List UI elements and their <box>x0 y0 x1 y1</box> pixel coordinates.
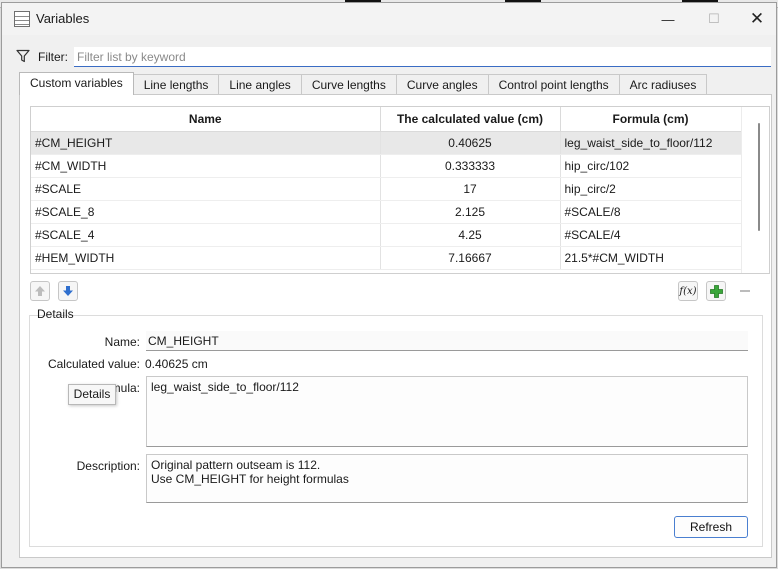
minimize-icon[interactable]: — <box>645 3 691 35</box>
table-row[interactable]: #CM_HEIGHT 0.40625 leg_waist_side_to_flo… <box>31 131 742 155</box>
calculated-value: 0.40625 cm <box>145 357 208 371</box>
description-line: Original pattern outseam is 112. <box>151 458 321 472</box>
variables-table: Name The calculated value (cm) Formula (… <box>30 106 770 274</box>
calculated-value-label: Calculated value: <box>47 357 140 371</box>
cell-formula: 21.5*#CM_WIDTH <box>560 246 742 270</box>
cell-formula: hip_circ/2 <box>560 177 742 201</box>
filter-icon <box>16 49 30 63</box>
cell-name: #SCALE_4 <box>31 223 381 247</box>
tab-arc-radiuses[interactable]: Arc radiuses <box>618 74 708 95</box>
cell-name: #CM_HEIGHT <box>31 131 381 155</box>
function-icon[interactable]: f(x) <box>678 281 698 301</box>
table-scrollbar[interactable] <box>741 107 769 273</box>
title-bar: Variables — ☐ ✕ <box>2 3 776 35</box>
description-line: Use CM_HEIGHT for height formulas <box>151 472 349 486</box>
cell-formula: #SCALE/4 <box>560 223 742 247</box>
add-variable-button[interactable] <box>706 281 726 301</box>
details-group-label: Details <box>37 307 74 321</box>
description-field[interactable]: Original pattern outseam is 112. Use CM_… <box>146 454 748 503</box>
scrollbar-thumb[interactable] <box>758 123 760 231</box>
formula-text: leg_waist_side_to_floor/112 <box>151 380 299 394</box>
cell-formula: #SCALE/8 <box>560 200 742 224</box>
cell-value: 17 <box>380 177 561 201</box>
window-title: Variables <box>36 11 90 26</box>
table-row[interactable]: #SCALE_4 4.25 #SCALE/4 <box>31 223 742 247</box>
table-row[interactable]: #SCALE_8 2.125 #SCALE/8 <box>31 200 742 224</box>
variables-dialog: Variables — ☐ ✕ Filter: Custom variables… <box>1 2 777 568</box>
cell-value: 0.333333 <box>380 154 561 178</box>
column-header-calculated-value[interactable]: The calculated value (cm) <box>380 107 561 132</box>
filter-label: Filter: <box>38 50 68 64</box>
table-row[interactable]: #CM_WIDTH 0.333333 hip_circ/102 <box>31 154 742 178</box>
remove-variable-button[interactable] <box>735 281 755 301</box>
table-row[interactable]: #SCALE 17 hip_circ/2 <box>31 177 742 201</box>
cell-name: #SCALE <box>31 177 381 201</box>
cell-name: #CM_WIDTH <box>31 154 381 178</box>
plus-icon <box>709 284 723 298</box>
custom-variables-panel: Name The calculated value (cm) Formula (… <box>19 94 772 558</box>
description-label: Description: <box>76 459 140 473</box>
tab-control-point-lengths[interactable]: Control point lengths <box>487 74 620 95</box>
column-header-name[interactable]: Name <box>31 107 381 132</box>
tab-bar: Custom variables Line lengths Line angle… <box>19 72 708 95</box>
maximize-icon: ☐ <box>708 11 720 26</box>
cell-formula: hip_circ/102 <box>560 154 742 178</box>
tab-curve-angles[interactable]: Curve angles <box>395 74 489 95</box>
cell-formula: leg_waist_side_to_floor/112 <box>560 131 742 155</box>
table-row[interactable]: #HEM_WIDTH 7.16667 21.5*#CM_WIDTH <box>31 246 742 270</box>
tab-curve-lengths[interactable]: Curve lengths <box>300 74 397 95</box>
arrow-down-icon <box>63 286 73 296</box>
cell-value: 7.16667 <box>380 246 561 270</box>
tab-line-lengths[interactable]: Line lengths <box>132 74 220 95</box>
filter-input[interactable] <box>74 47 771 67</box>
minus-icon <box>740 290 750 292</box>
cell-name: #SCALE_8 <box>31 200 381 224</box>
move-up-button[interactable] <box>30 281 50 301</box>
cell-value: 4.25 <box>380 223 561 247</box>
close-icon[interactable]: ✕ <box>734 3 778 35</box>
table-header: Name The calculated value (cm) Formula (… <box>31 107 742 132</box>
details-tooltip: Details <box>68 384 116 405</box>
formula-field[interactable]: leg_waist_side_to_floor/112 <box>146 376 748 447</box>
move-down-button[interactable] <box>58 281 78 301</box>
cell-name: #HEM_WIDTH <box>31 246 381 270</box>
tab-line-angles[interactable]: Line angles <box>218 74 302 95</box>
name-field[interactable] <box>146 331 748 351</box>
refresh-button[interactable]: Refresh <box>674 516 748 538</box>
column-header-formula[interactable]: Formula (cm) <box>560 107 742 132</box>
cell-value: 0.40625 <box>380 131 561 155</box>
arrow-up-icon <box>35 286 45 296</box>
table-icon <box>14 11 30 27</box>
name-label: Name: <box>104 335 140 349</box>
cell-value: 2.125 <box>380 200 561 224</box>
tab-custom-variables[interactable]: Custom variables <box>19 72 134 95</box>
